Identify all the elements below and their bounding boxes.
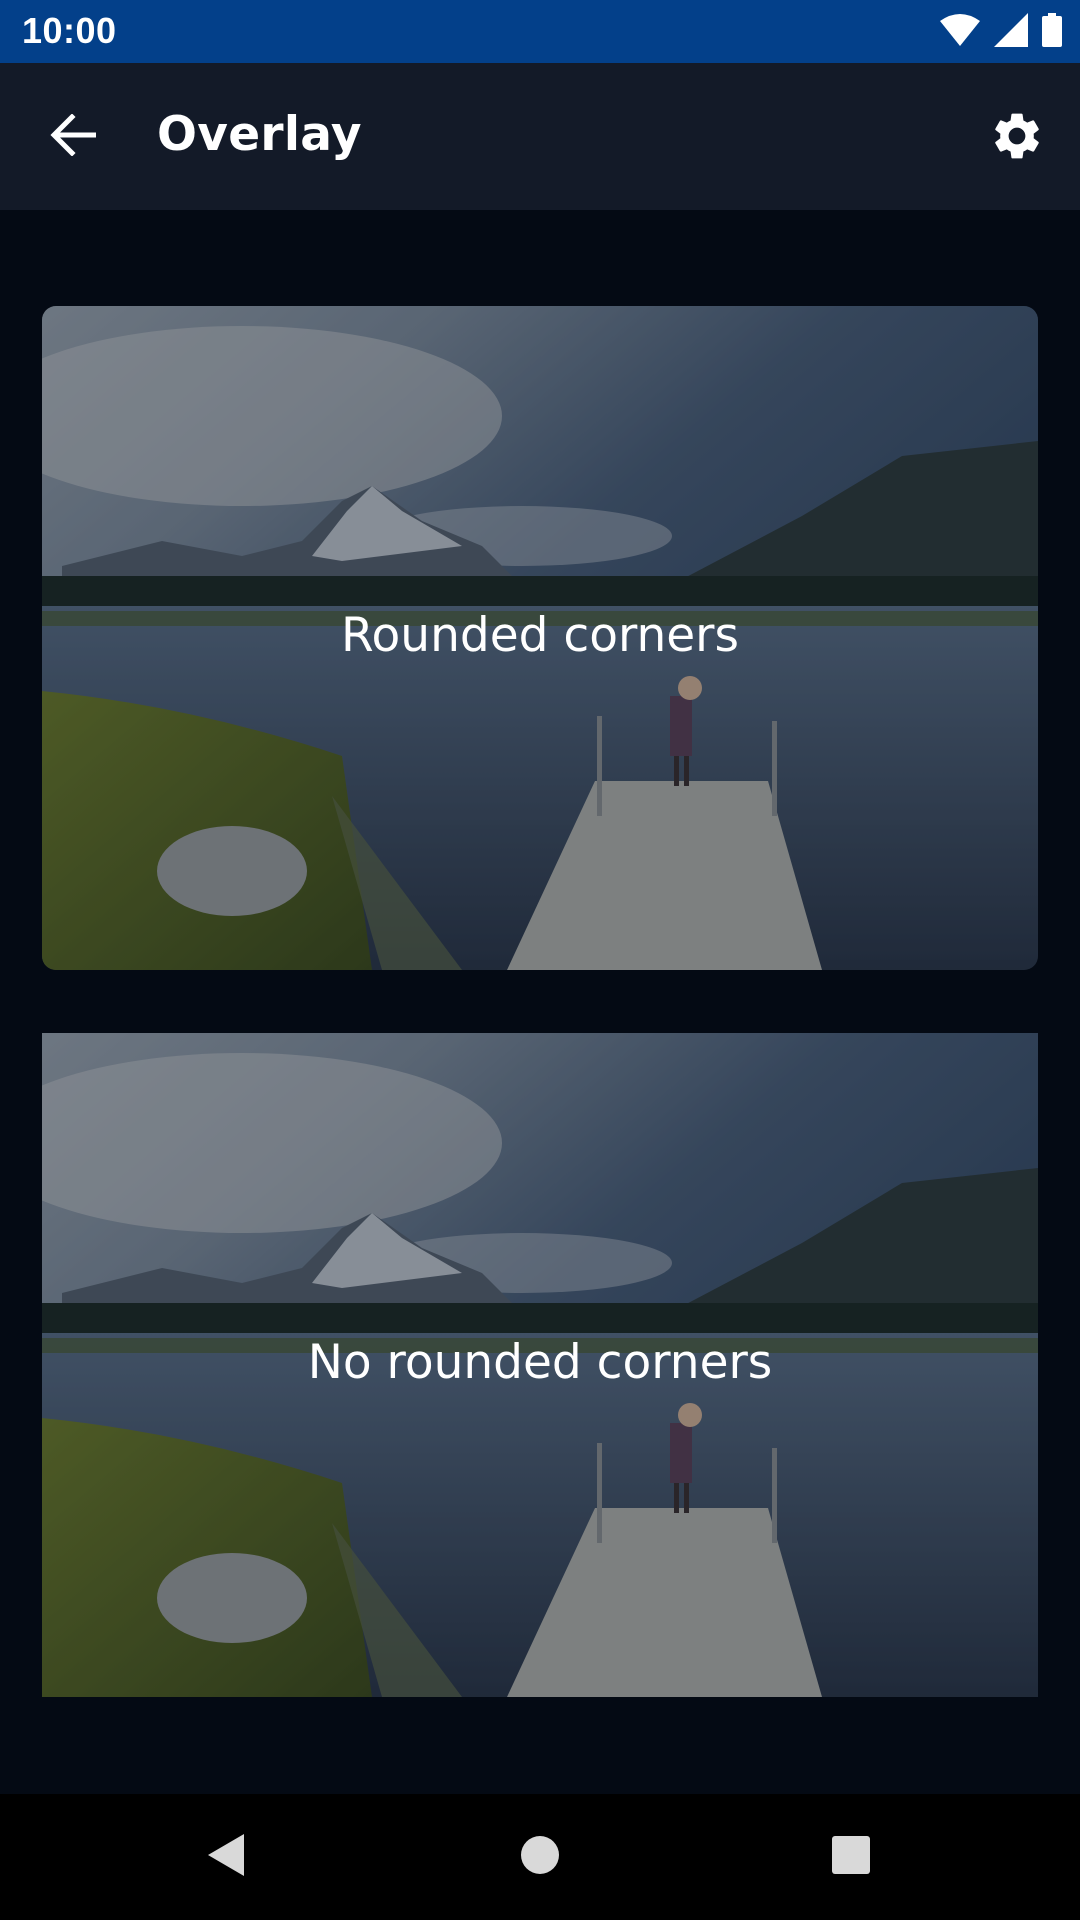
back-button[interactable]	[40, 106, 106, 168]
nav-back-button[interactable]	[196, 1827, 256, 1887]
card-label: Rounded corners	[340, 608, 739, 663]
no-rounded-corners-card[interactable]: No rounded corners	[42, 1033, 1038, 1697]
page-title: Overlay	[157, 107, 362, 162]
battery-icon	[1042, 13, 1062, 51]
home-circle-icon	[519, 1834, 561, 1880]
arrow-back-icon	[50, 113, 97, 160]
settings-button[interactable]	[982, 103, 1052, 173]
rounded-corners-card[interactable]: Rounded corners	[42, 306, 1038, 970]
status-bar: 10:00	[0, 0, 1080, 63]
card-label: No rounded corners	[307, 1335, 773, 1390]
status-time: 10:00	[22, 10, 117, 51]
nav-home-button[interactable]	[510, 1827, 570, 1887]
wifi-icon	[940, 13, 980, 51]
back-triangle-icon	[206, 1832, 246, 1882]
navigation-bar	[0, 1794, 1080, 1920]
toolbar: Overlay	[0, 63, 1080, 210]
signal-icon	[994, 13, 1028, 51]
nav-recents-button[interactable]	[821, 1827, 881, 1887]
recents-square-icon	[831, 1835, 871, 1879]
gear-icon	[989, 108, 1045, 168]
status-icons	[940, 12, 1062, 52]
